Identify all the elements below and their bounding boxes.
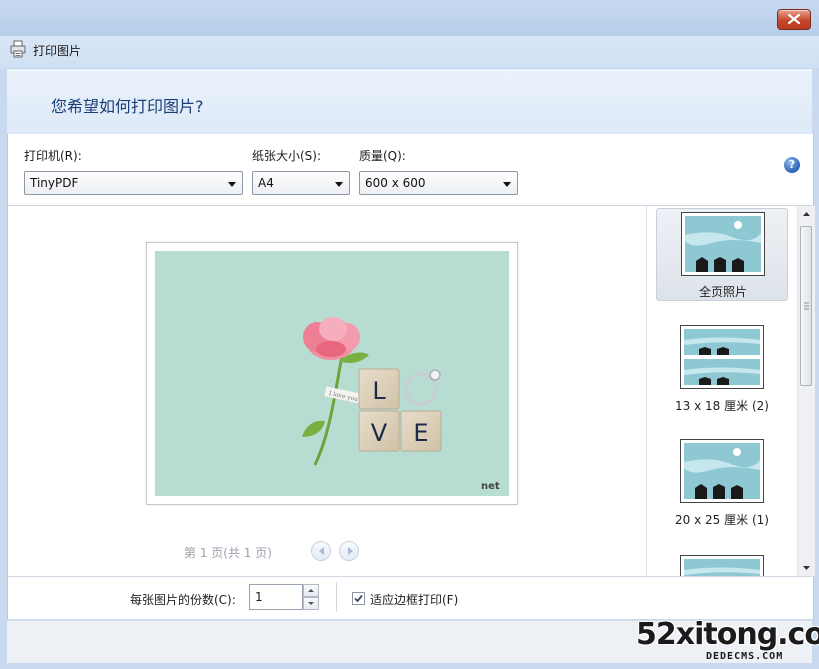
tile-letter-v: V <box>371 419 388 447</box>
title-bar <box>0 0 819 36</box>
preview-divider <box>646 206 647 576</box>
window-title: 打印图片 <box>33 44 82 58</box>
chevron-up-icon <box>803 212 810 216</box>
prev-page-button[interactable] <box>311 541 331 561</box>
preview-photo: I love you L V E net <box>155 251 509 496</box>
copies-stepper[interactable]: 1 <box>249 584 319 610</box>
fit-frame-label: 适应边框打印(F) <box>370 593 459 607</box>
quality-label: 质量(Q): <box>359 149 406 163</box>
chevron-up-icon <box>308 589 314 592</box>
love-flower-image: I love you L V E net <box>302 317 500 492</box>
quality-select[interactable]: 600 x 600 <box>359 171 518 195</box>
printer-label: 打印机(R): <box>24 149 82 163</box>
bottom-divider <box>7 576 812 577</box>
copies-decrement-button[interactable] <box>303 597 319 610</box>
settings-divider <box>7 205 812 206</box>
dropdown-arrow-icon <box>503 182 511 187</box>
layout-label: 20 x 25 厘米 (1) <box>675 513 769 527</box>
watermark-logo: 52xitong.com <box>636 617 819 652</box>
printer-value: TinyPDF <box>30 176 79 190</box>
thumbnail-image <box>684 559 760 576</box>
paper-size-value: A4 <box>258 176 274 190</box>
layout-item-20x25[interactable]: 20 x 25 厘米 (1) <box>656 434 788 528</box>
question-banner: 您希望如何打印图片? <box>7 68 812 136</box>
copies-value: 1 <box>255 590 263 604</box>
paper-size-select[interactable]: A4 <box>252 171 350 195</box>
checkmark-icon <box>354 594 363 603</box>
layout-item-13x18[interactable]: 13 x 18 厘米 (2) <box>656 320 788 414</box>
layout-thumbnail <box>680 325 764 389</box>
app-header: 打印图片 <box>0 36 819 68</box>
close-button[interactable] <box>777 9 811 30</box>
page-indicator: 第 1 页(共 1 页) <box>184 546 272 560</box>
dropdown-arrow-icon <box>335 182 343 187</box>
copies-label: 每张图片的份数(C): <box>130 593 236 607</box>
print-pictures-window: 打印图片 您希望如何打印图片? 打印机(R): TinyPDF 纸张大小(S):… <box>0 0 819 669</box>
scroll-down-button[interactable] <box>798 559 815 576</box>
copies-input[interactable]: 1 <box>249 584 303 610</box>
thumbnail-image <box>684 329 760 385</box>
copies-increment-button[interactable] <box>303 584 319 597</box>
layout-thumbnail <box>681 212 765 276</box>
next-page-button[interactable] <box>339 541 359 561</box>
thumbnail-image <box>684 443 760 499</box>
question-heading: 您希望如何打印图片? <box>51 97 204 116</box>
scroll-up-button[interactable] <box>798 206 815 223</box>
layout-item-partial[interactable] <box>656 550 788 576</box>
fit-frame-checkbox[interactable] <box>352 592 365 605</box>
prev-page-icon <box>319 547 324 555</box>
tile-letter-l: L <box>372 377 386 405</box>
help-icon[interactable]: ? <box>784 157 800 173</box>
dropdown-arrow-icon <box>228 182 236 187</box>
printer-icon <box>10 40 26 58</box>
bottom-separator <box>336 582 337 612</box>
chevron-down-icon <box>803 566 810 570</box>
printer-select[interactable]: TinyPDF <box>24 171 243 195</box>
tile-letter-e: E <box>413 419 428 447</box>
layout-scrollbar[interactable] <box>797 206 815 576</box>
corner-text: net <box>481 481 500 492</box>
next-page-icon <box>348 547 353 555</box>
layout-label: 全页照片 <box>698 285 747 299</box>
close-icon <box>788 14 800 24</box>
layout-label: 13 x 18 厘米 (2) <box>675 399 769 413</box>
scrollbar-thumb[interactable] <box>800 226 812 386</box>
watermark-sub: DEDECMS.COM <box>706 651 784 662</box>
grip-icon <box>804 302 809 310</box>
paper-size-label: 纸张大小(S): <box>252 149 322 163</box>
print-preview-page: I love you L V E net <box>146 242 518 505</box>
quality-value: 600 x 600 <box>365 176 426 190</box>
layout-thumbnail <box>680 439 764 503</box>
chevron-down-icon <box>308 602 314 605</box>
layout-item-full-page[interactable]: 全页照片 <box>656 208 788 301</box>
thumbnail-image <box>685 216 761 272</box>
layout-thumbnail <box>680 555 764 576</box>
